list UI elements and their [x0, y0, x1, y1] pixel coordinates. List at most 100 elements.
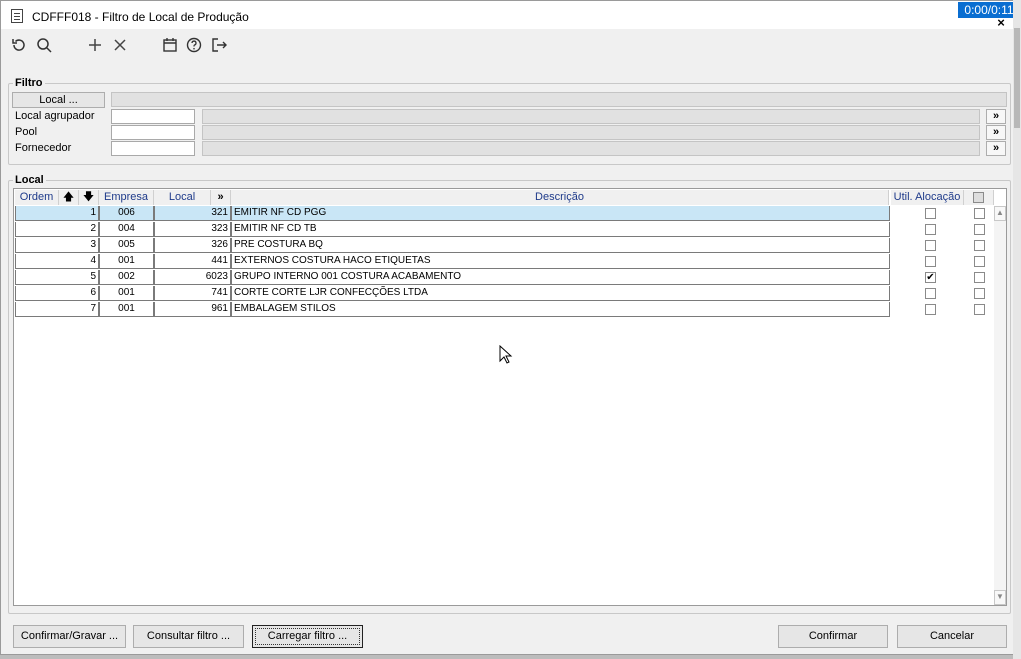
row-select-checkbox[interactable] — [974, 288, 985, 299]
fornecedor-more-button[interactable]: » — [986, 141, 1006, 156]
row-select-checkbox[interactable] — [974, 208, 985, 219]
cell-descricao[interactable]: PRE COSTURA BQ — [231, 238, 890, 253]
cell-local[interactable]: 321 — [154, 206, 231, 221]
row-select-checkbox[interactable] — [974, 272, 985, 283]
cell-local[interactable]: 323 — [154, 222, 231, 237]
cell-ordem[interactable]: 2 — [15, 222, 99, 237]
row-select-checkbox[interactable] — [974, 224, 985, 235]
local-agrupador-desc — [202, 109, 980, 124]
consultar-filtro-button[interactable]: Consultar filtro ... — [133, 625, 244, 648]
pool-input[interactable] — [111, 125, 195, 140]
col-header-descricao[interactable]: Descrição — [231, 190, 889, 205]
col-header-empresa[interactable]: Empresa — [99, 190, 154, 205]
table-row[interactable]: 4 001 441 EXTERNOS COSTURA HACO ETIQUETAS — [15, 254, 993, 269]
util-alocacao-checkbox[interactable] — [925, 288, 936, 299]
cell-ordem[interactable]: 5 — [15, 270, 99, 285]
cell-empresa[interactable]: 001 — [99, 254, 154, 269]
cell-descricao[interactable]: GRUPO INTERNO 001 COSTURA ACABAMENTO — [231, 270, 890, 285]
outer-scroll-thumb[interactable] — [1014, 28, 1020, 128]
cell-empresa[interactable]: 006 — [99, 206, 154, 221]
pool-more-button[interactable]: » — [986, 125, 1006, 140]
util-alocacao-checkbox[interactable] — [925, 208, 936, 219]
local-expand-button[interactable]: » — [211, 190, 231, 205]
exit-icon[interactable] — [210, 36, 230, 56]
cell-empresa[interactable]: 005 — [99, 238, 154, 253]
row-select-checkbox[interactable] — [974, 304, 985, 315]
col-header-util-alocacao[interactable]: Util. Alocação — [891, 190, 964, 205]
select-all-checkbox[interactable] — [973, 192, 984, 203]
local-grid: Ordem 🡅 🡇 Empresa Local » Descrição Util… — [13, 188, 1007, 606]
util-alocacao-checkbox[interactable]: ✔ — [925, 272, 936, 283]
refresh-icon[interactable] — [10, 36, 30, 56]
cell-local[interactable]: 441 — [154, 254, 231, 269]
main-window: CDFFF018 - Filtro de Local de Produção ×… — [0, 0, 1015, 655]
cell-ordem[interactable]: 1 — [15, 206, 99, 221]
add-icon[interactable] — [86, 36, 106, 56]
confirmar-gravar-button[interactable]: Confirmar/Gravar ... — [13, 625, 126, 648]
sort-up-button[interactable]: 🡅 — [59, 190, 79, 205]
col-header-ordem[interactable]: Ordem — [15, 190, 59, 205]
fornecedor-desc — [202, 141, 980, 156]
carregar-filtro-button[interactable]: Carregar filtro ... — [252, 625, 363, 648]
pool-desc — [202, 125, 980, 140]
table-row[interactable]: 2 004 323 EMITIR NF CD TB — [15, 222, 993, 237]
table-row[interactable]: 7 001 961 EMBALAGEM STILOS — [15, 302, 993, 317]
cell-local[interactable]: 326 — [154, 238, 231, 253]
cell-ordem[interactable]: 4 — [15, 254, 99, 269]
title-bar: CDFFF018 - Filtro de Local de Produção × — [1, 1, 1014, 29]
cell-ordem[interactable]: 7 — [15, 302, 99, 317]
row-select-checkbox[interactable] — [974, 256, 985, 267]
cell-ordem[interactable]: 6 — [15, 286, 99, 301]
calendar-icon[interactable] — [161, 36, 181, 56]
cell-empresa[interactable]: 001 — [99, 302, 154, 317]
cancelar-button[interactable]: Cancelar — [897, 625, 1007, 648]
local-agrupador-more-button[interactable]: » — [986, 109, 1006, 124]
cell-empresa[interactable]: 001 — [99, 286, 154, 301]
local-group-label: Local — [13, 174, 46, 186]
sort-down-button[interactable]: 🡇 — [79, 190, 99, 205]
scroll-down-arrow[interactable]: ▼ — [994, 590, 1006, 605]
col-header-local[interactable]: Local — [154, 190, 211, 205]
scroll-up-arrow[interactable]: ▲ — [994, 206, 1006, 221]
local-agrupador-input[interactable] — [111, 109, 195, 124]
document-icon — [11, 9, 23, 23]
cell-descricao[interactable]: EMITIR NF CD TB — [231, 222, 890, 237]
util-alocacao-checkbox[interactable] — [925, 256, 936, 267]
outer-scrollbar[interactable] — [1013, 0, 1021, 659]
table-row[interactable]: 6 001 741 CORTE CORTE LJR CONFECÇÕES LTDA — [15, 286, 993, 301]
cell-descricao[interactable]: EXTERNOS COSTURA HACO ETIQUETAS — [231, 254, 890, 269]
local-agrupador-label: Local agrupador — [15, 110, 95, 122]
row-select-checkbox[interactable] — [974, 240, 985, 251]
cell-local[interactable]: 741 — [154, 286, 231, 301]
filtro-group-label: Filtro — [13, 77, 45, 89]
delete-icon[interactable] — [111, 36, 131, 56]
cell-local[interactable]: 6023 — [154, 270, 231, 285]
toolbar — [1, 30, 1014, 62]
table-row[interactable]: 1 006 321 EMITIR NF CD PGG — [15, 206, 993, 221]
table-row[interactable]: 5 002 6023 GRUPO INTERNO 001 COSTURA ACABAM… — [15, 270, 993, 285]
search-icon[interactable] — [35, 36, 55, 56]
cell-empresa[interactable]: 002 — [99, 270, 154, 285]
local-field — [111, 92, 1007, 107]
util-alocacao-checkbox[interactable] — [925, 240, 936, 251]
util-alocacao-checkbox[interactable] — [925, 224, 936, 235]
fornecedor-input[interactable] — [111, 141, 195, 156]
local-button[interactable]: Local ... — [12, 92, 105, 108]
close-button[interactable]: × — [991, 16, 1011, 29]
cell-ordem[interactable]: 3 — [15, 238, 99, 253]
cell-descricao[interactable]: CORTE CORTE LJR CONFECÇÕES LTDA — [231, 286, 890, 301]
cell-local[interactable]: 961 — [154, 302, 231, 317]
cell-empresa[interactable]: 004 — [99, 222, 154, 237]
confirmar-button[interactable]: Confirmar — [778, 625, 888, 648]
mouse-cursor-icon — [499, 344, 513, 368]
cell-descricao[interactable]: EMITIR NF CD PGG — [231, 206, 890, 221]
grid-scrollbar[interactable]: ▲ ▼ — [994, 206, 1006, 605]
pool-label: Pool — [15, 126, 38, 138]
help-icon[interactable] — [185, 36, 205, 56]
table-row[interactable]: 3 005 326 PRE COSTURA BQ — [15, 238, 993, 253]
cell-descricao[interactable]: EMBALAGEM STILOS — [231, 302, 890, 317]
timer-badge: 0:00/0:11 — [958, 2, 1020, 18]
util-alocacao-checkbox[interactable] — [925, 304, 936, 315]
window-title: CDFFF018 - Filtro de Local de Produção — [32, 10, 249, 24]
select-all-header[interactable] — [964, 190, 994, 205]
